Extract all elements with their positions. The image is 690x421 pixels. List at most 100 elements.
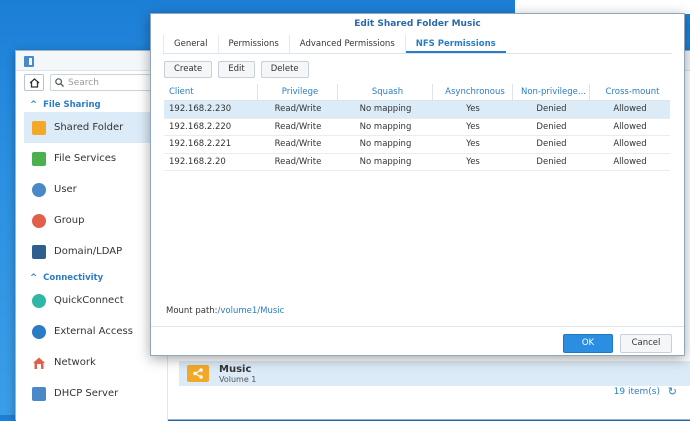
sidebar-item-user[interactable]: User	[16, 174, 167, 205]
cell-asynchronous: Yes	[466, 104, 480, 114]
cell-squash: No mapping	[359, 104, 412, 114]
sidebar-item-label: QuickConnect	[54, 295, 124, 306]
cell-privilege: Read/Write	[274, 139, 322, 149]
column-header-non-privileged[interactable]: Non-privilege...	[513, 84, 590, 100]
sidebar-item-label: Shared Folder	[54, 122, 124, 133]
mount-path-value: /volume1/Music	[217, 306, 285, 316]
table-row[interactable]: 192.168.2.220 Read/Write No mapping Yes Deni…	[164, 119, 670, 136]
sidebar-item-label: User	[54, 184, 77, 195]
sidebar-item-shared-folder[interactable]: Shared Folder	[24, 112, 161, 143]
column-header-squash[interactable]: Squash	[338, 84, 433, 100]
sidebar-item-label: Domain/LDAP	[54, 246, 123, 257]
cell-asynchronous: Yes	[466, 139, 480, 149]
sidebar-item-label: File Services	[54, 153, 117, 164]
create-button[interactable]: Create	[164, 61, 213, 78]
sidebar-item-label: DHCP Server	[54, 388, 119, 399]
cell-client: 192.168.2.20	[169, 156, 226, 167]
share-icon	[193, 368, 203, 379]
column-header-client[interactable]: Client	[164, 84, 258, 100]
cell-non-privileged: Denied	[536, 121, 567, 132]
home-icon	[29, 77, 39, 88]
table-body: 192.168.2.230 Read/Write No mapping Yes Deni…	[164, 101, 670, 171]
cell-client: 192.168.2.230	[169, 104, 232, 114]
globe-icon	[32, 324, 46, 339]
folder-name: Music	[219, 363, 252, 375]
table-row[interactable]: 192.168.2.221 Read/Write No mapping Yes Deni…	[164, 136, 670, 154]
sidebar-item-external-access[interactable]: External Access	[16, 316, 167, 347]
section-file-sharing[interactable]: ^ File Sharing	[16, 94, 167, 112]
cell-squash: No mapping	[359, 156, 412, 167]
cell-privilege: Read/Write	[274, 156, 322, 167]
sidebar-item-network[interactable]: Network	[16, 347, 167, 378]
items-count: 19 item(s)	[613, 387, 660, 397]
dhcp-icon	[32, 386, 46, 401]
mount-path-label: Mount path:	[166, 306, 218, 316]
table-row[interactable]: 192.168.2.230 Read/Write No mapping Yes Deni…	[164, 101, 670, 119]
cell-asynchronous: Yes	[466, 121, 480, 132]
cell-non-privileged: Denied	[536, 104, 567, 114]
cell-cross-mount: Allowed	[613, 121, 647, 132]
cell-asynchronous: Yes	[466, 156, 480, 167]
shared-folder-row-music[interactable]: Music Volume 1	[179, 361, 690, 386]
cell-squash: No mapping	[359, 121, 412, 132]
table-header: Client Privilege Squash Asynchronous Non…	[164, 84, 670, 101]
file-services-icon	[32, 151, 46, 166]
refresh-icon[interactable]: ↻	[668, 385, 677, 398]
control-panel-app-icon	[24, 56, 34, 67]
edit-button[interactable]: Edit	[218, 61, 255, 78]
search-placeholder: Search	[68, 77, 99, 88]
chevron-up-icon: ^	[30, 272, 38, 283]
quickconnect-icon	[32, 293, 46, 308]
shared-folder-icon	[32, 120, 46, 135]
nfs-rules-table: Client Privilege Squash Asynchronous Non…	[164, 84, 670, 171]
delete-button[interactable]: Delete	[260, 61, 309, 78]
section-label: Connectivity	[43, 272, 104, 283]
mount-path: Mount path:/volume1/Music	[166, 306, 284, 316]
nfs-toolbar: Create Edit Delete	[164, 61, 671, 78]
cell-client: 192.168.2.220	[169, 121, 232, 132]
cell-non-privileged: Denied	[536, 139, 567, 149]
cell-squash: No mapping	[359, 139, 412, 149]
tab-advanced-permissions[interactable]: Advanced Permissions	[290, 35, 406, 53]
cancel-button[interactable]: Cancel	[620, 334, 672, 353]
column-header-cross-mount[interactable]: Cross-mount	[590, 84, 670, 100]
section-label: File Sharing	[43, 99, 101, 110]
sidebar: Search ^ File Sharing Shared Folder File…	[16, 71, 168, 421]
edit-shared-folder-dialog: Edit Shared Folder Music General Permiss…	[150, 13, 685, 356]
table-row[interactable]: 192.168.2.20 Read/Write No mapping Yes Denie…	[164, 154, 670, 171]
shared-folder-icon	[187, 365, 209, 382]
desktop-window-edge	[515, 0, 690, 14]
sidebar-item-label: External Access	[54, 326, 133, 337]
column-header-asynchronous[interactable]: Asynchronous	[433, 84, 513, 100]
ok-button[interactable]: OK	[563, 334, 613, 353]
dialog-footer-divider	[151, 326, 684, 327]
sidebar-item-dhcp-server[interactable]: DHCP Server	[16, 378, 167, 409]
tab-general[interactable]: General	[163, 35, 219, 53]
dialog-title: Edit Shared Folder Music	[354, 19, 481, 29]
cell-cross-mount: Allowed	[613, 104, 647, 114]
network-house-icon	[33, 357, 45, 369]
cell-cross-mount: Allowed	[613, 139, 647, 149]
cell-cross-mount: Allowed	[613, 156, 647, 167]
search-icon	[55, 78, 64, 87]
sidebar-item-label: Group	[54, 215, 85, 226]
sidebar-item-quickconnect[interactable]: QuickConnect	[16, 285, 167, 316]
cell-client: 192.168.2.221	[169, 139, 232, 149]
section-connectivity[interactable]: ^ Connectivity	[16, 267, 167, 285]
chevron-up-icon: ^	[30, 99, 38, 110]
folder-volume: Volume 1	[219, 374, 257, 384]
sidebar-item-label: Network	[54, 357, 96, 368]
sidebar-item-group[interactable]: Group	[16, 205, 167, 236]
domain-ldap-icon	[32, 244, 46, 259]
home-button[interactable]	[24, 74, 44, 91]
tab-permissions[interactable]: Permissions	[219, 35, 290, 53]
dialog-tabs: General Permissions Advanced Permissions…	[163, 35, 672, 54]
sidebar-item-domain-ldap[interactable]: Domain/LDAP	[16, 236, 167, 267]
cell-privilege: Read/Write	[274, 104, 322, 114]
user-icon	[32, 182, 46, 197]
search-input[interactable]: Search	[50, 74, 159, 91]
tab-nfs-permissions[interactable]: NFS Permissions	[405, 35, 506, 53]
column-header-privilege[interactable]: Privilege	[258, 84, 338, 100]
sidebar-item-file-services[interactable]: File Services	[16, 143, 167, 174]
cell-non-privileged: Denied	[536, 156, 567, 167]
